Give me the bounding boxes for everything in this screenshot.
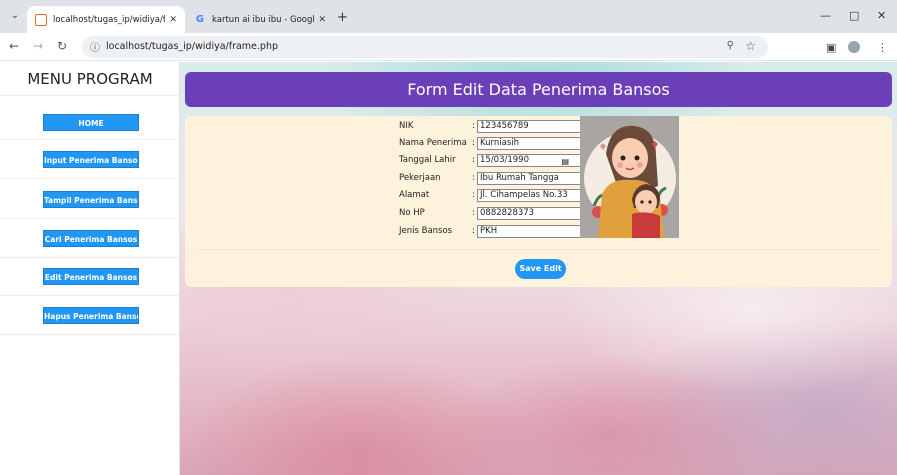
menu-divider (0, 139, 180, 140)
calendar-icon[interactable]: ▤ (561, 156, 569, 166)
field-colon: : (472, 190, 475, 200)
field-colon: : (472, 138, 475, 148)
page-favicon-icon (35, 13, 47, 26)
profile-icon[interactable] (848, 41, 860, 53)
sidepanel-icon[interactable]: ▣ (826, 41, 836, 54)
menu-title: MENU PROGRAM (27, 70, 153, 88)
edit-form: NIK : 123456789 Nama Penerima : Kurniasi… (185, 116, 892, 287)
star-icon[interactable]: ☆ (745, 39, 756, 53)
address-bar[interactable]: ⓘ localhost/tugas_ip/widiya/frame.php ⚲ … (82, 36, 768, 58)
close-icon[interactable]: ✕ (318, 15, 326, 25)
save-edit-button[interactable]: Save Edit (515, 259, 566, 279)
menu-divider (0, 295, 180, 296)
minimize-icon[interactable]: — (820, 9, 831, 22)
menu-divider (0, 218, 180, 219)
back-icon[interactable]: ← (9, 39, 19, 53)
field-label: NIK (399, 121, 414, 131)
field-colon: : (472, 121, 475, 131)
menu-home-button[interactable]: HOME (43, 114, 139, 131)
field-label: No HP (399, 208, 425, 218)
field-label: Tanggal Lahir (399, 155, 456, 165)
menu-tampil-button[interactable]: Tampil Penerima Bansos (43, 191, 139, 208)
browser-tab-active[interactable]: localhost/tugas_ip/widiya/fram ✕ (27, 6, 185, 33)
tab-search-chevron-down-icon[interactable]: ⌄ (8, 9, 22, 23)
new-tab-plus-icon[interactable]: + (337, 10, 348, 25)
browser-tab-bar: ⌄ localhost/tugas_ip/widiya/fram ✕ G kar… (0, 0, 897, 33)
zoom-icon[interactable]: ⚲ (727, 40, 734, 51)
site-info-icon[interactable]: ⓘ (90, 39, 100, 54)
close-icon[interactable]: ✕ (169, 15, 177, 25)
tab-label: localhost/tugas_ip/widiya/fram (53, 14, 166, 25)
window-close-icon[interactable]: ✕ (877, 9, 886, 22)
menu-edit-button[interactable]: Edit Penerima Bansos (43, 268, 139, 285)
menu-input-button[interactable]: Input Penerima Bansos (43, 151, 139, 168)
browser-tab-inactive[interactable]: G kartun ai ibu ibu - Google Sear ✕ (186, 6, 334, 33)
recipient-photo (580, 116, 679, 238)
restore-icon[interactable]: □ (849, 9, 859, 22)
url-text[interactable]: localhost/tugas_ip/widiya/frame.php (106, 41, 278, 52)
tanggal-lahir-input[interactable]: 15/03/1990 ▤ (477, 154, 590, 167)
menu-cari-button[interactable]: Cari Penerima Bansos (43, 230, 139, 247)
alamat-input[interactable]: Jl. Cihampelas No.33 (477, 189, 590, 202)
form-divider (197, 249, 880, 250)
field-colon: : (472, 226, 475, 236)
no-hp-input[interactable]: 0882828373 (477, 207, 590, 220)
mother-child-illustration (580, 116, 679, 238)
date-value: 15/03/1990 (480, 155, 529, 165)
page: MENU PROGRAM HOME Input Penerima Bansos … (0, 62, 897, 475)
field-colon: : (472, 173, 475, 183)
nama-input[interactable]: Kurniasih (477, 137, 590, 150)
google-icon: G (195, 13, 205, 25)
pekerjaan-input[interactable]: Ibu Rumah Tangga (477, 172, 590, 185)
forward-icon[interactable]: → (33, 39, 43, 53)
field-label: Alamat (399, 190, 430, 200)
menu-hapus-button[interactable]: Hapus Penerima Bansos (43, 307, 139, 324)
field-label: Jenis Bansos (399, 226, 453, 236)
field-colon: : (472, 208, 475, 218)
menu-divider (0, 95, 180, 96)
jenis-bansos-input[interactable]: PKH (477, 225, 590, 238)
sidebar-menu: MENU PROGRAM HOME Input Penerima Bansos … (0, 62, 180, 475)
main-content: Form Edit Data Penerima Bansos NIK : 123… (180, 62, 897, 475)
menu-divider (0, 334, 180, 335)
menu-divider (0, 178, 180, 179)
form-title: Form Edit Data Penerima Bansos (185, 72, 892, 107)
nik-input[interactable]: 123456789 (477, 120, 590, 133)
menu-divider (0, 257, 180, 258)
reload-icon[interactable]: ↻ (57, 39, 67, 53)
tab-label: kartun ai ibu ibu - Google Sear (212, 14, 315, 25)
field-label: Pekerjaan (399, 173, 441, 183)
field-colon: : (472, 155, 475, 165)
browser-toolbar: ← → ↻ ⓘ localhost/tugas_ip/widiya/frame.… (0, 33, 897, 61)
field-label: Nama Penerima (399, 138, 467, 148)
kebab-menu-icon[interactable]: ⋮ (877, 41, 888, 54)
